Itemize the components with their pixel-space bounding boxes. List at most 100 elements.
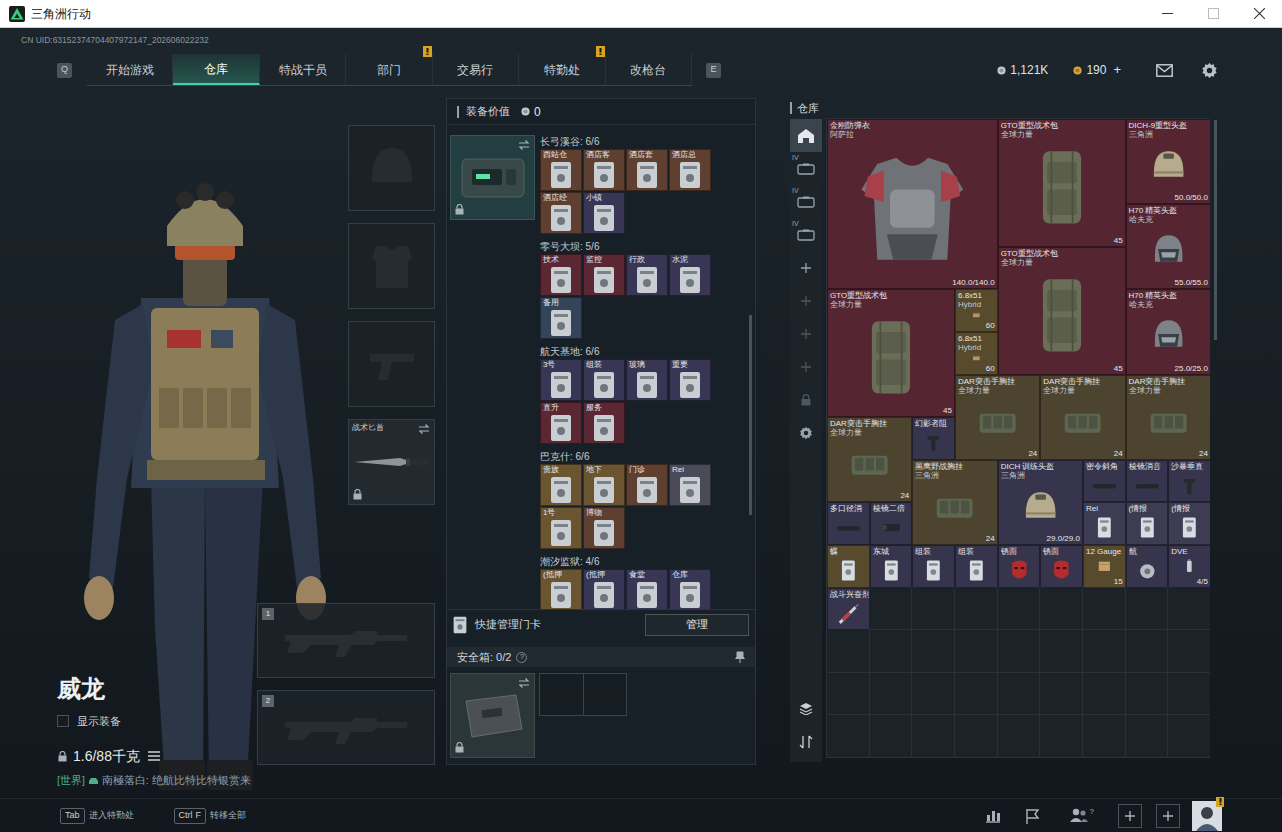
empty-cell[interactable] [1168, 715, 1210, 758]
nav-tab[interactable]: 部门 [346, 54, 432, 85]
keycard-case-slot[interactable] [450, 135, 535, 220]
player-avatar[interactable] [1192, 801, 1222, 831]
empty-cell[interactable] [955, 630, 998, 673]
keycard[interactable]: 酒店经 [540, 192, 582, 234]
keycard[interactable]: 监控 [583, 254, 625, 296]
empty-cell[interactable] [1083, 588, 1126, 631]
help-button[interactable]: ? [516, 652, 527, 663]
empty-cell[interactable] [1040, 630, 1083, 673]
warehouse-item[interactable]: DAR突击手胸挂全球力量24 [1040, 375, 1125, 460]
world-chat[interactable]: [世界]南極落白: 绝航比特比特银赏来 [57, 774, 257, 788]
mail-icon[interactable] [1155, 63, 1173, 77]
keycard[interactable]: 门诊 [626, 464, 668, 506]
pin-icon[interactable] [735, 651, 745, 663]
empty-cell[interactable] [1083, 673, 1126, 716]
warehouse-item[interactable]: 6.8x51Hybrid60 [955, 332, 998, 375]
close-icon[interactable] [1236, 0, 1282, 28]
keycard[interactable]: (抵押 [583, 569, 625, 609]
empty-cell[interactable] [1126, 673, 1169, 716]
empty-cell[interactable] [912, 630, 955, 673]
keycard[interactable]: 直升 [540, 402, 582, 444]
add-currency-button[interactable]: + [1113, 60, 1121, 80]
keycard[interactable]: 食堂 [626, 569, 668, 609]
empty-cell[interactable] [870, 673, 913, 716]
empty-cell[interactable] [1168, 588, 1210, 631]
warehouse-item[interactable]: 12 Gauge15 [1083, 545, 1126, 588]
warehouse-item[interactable]: 东城 [870, 545, 913, 588]
warehouse-item[interactable]: DVE4/5 [1168, 545, 1210, 588]
safe-slot[interactable] [540, 674, 583, 715]
nav-tab[interactable]: 特勤处 [519, 54, 605, 85]
warehouse-item[interactable]: GTO重型战术包全球力量45 [998, 119, 1126, 247]
equipment-slot[interactable] [348, 125, 435, 211]
keycard[interactable]: 贵族 [540, 464, 582, 506]
warehouse-item[interactable]: 6.8x51Hybrid60 [955, 289, 998, 332]
keycard[interactable]: 博物 [583, 507, 625, 549]
invite-plus-icon[interactable] [1156, 804, 1180, 828]
warehouse-item[interactable]: DICH 训练头盔三角洲29.0/29.0 [998, 460, 1083, 545]
keycard[interactable]: 小镇 [583, 192, 625, 234]
empty-cell[interactable] [1126, 588, 1169, 631]
sidebar-tab[interactable] [790, 119, 822, 152]
safe-box-slot[interactable] [450, 673, 535, 758]
warehouse-item[interactable]: Rei [1083, 502, 1126, 545]
flag-icon[interactable] [1025, 808, 1041, 824]
warehouse-item[interactable]: (情报 [1126, 502, 1169, 545]
empty-cell[interactable] [1126, 630, 1169, 673]
warehouse-item[interactable]: 幻影者阻 [912, 417, 955, 460]
warehouse-item[interactable]: 锈面 [1040, 545, 1083, 588]
keycard[interactable]: 服务 [583, 402, 625, 444]
warehouse-item[interactable]: 沙暴垂直 [1168, 460, 1210, 503]
keycard[interactable]: 重要 [669, 359, 711, 401]
warehouse-item[interactable]: H70 精英头盔哈夫克25.0/25.0 [1126, 289, 1210, 374]
keycard[interactable]: 酒店客 [583, 149, 625, 191]
keycard[interactable]: 行政 [626, 254, 668, 296]
empty-cell[interactable] [955, 588, 998, 631]
empty-cell[interactable] [827, 715, 870, 758]
warehouse-item[interactable]: 组装 [912, 545, 955, 588]
empty-cell[interactable] [1083, 715, 1126, 758]
keycard[interactable]: 地下 [583, 464, 625, 506]
warehouse-item[interactable]: 战斗兴奋剂 [827, 588, 870, 631]
empty-cell[interactable] [827, 673, 870, 716]
warehouse-item[interactable]: 棱镜二倍 [870, 502, 913, 545]
warehouse-item[interactable]: DAR突击手胸挂全球力量24 [827, 417, 912, 502]
empty-cell[interactable] [870, 715, 913, 758]
warehouse-item[interactable]: 密令斜角 [1083, 460, 1126, 503]
warehouse-item[interactable]: DAR突击手胸挂全球力量24 [1126, 375, 1210, 460]
sidebar-tab[interactable] [790, 692, 822, 725]
equipment-slot[interactable] [348, 321, 435, 407]
keycard[interactable]: (抵押 [540, 569, 582, 609]
prev-tab-key[interactable]: Q [57, 63, 72, 78]
warehouse-item[interactable]: H70 精英头盔哈夫克55.0/55.0 [1126, 204, 1210, 289]
nav-tab[interactable]: 特战干员 [260, 54, 346, 85]
keycard[interactable]: 1号 [540, 507, 582, 549]
empty-cell[interactable] [998, 715, 1041, 758]
nav-tab[interactable]: 开始游戏 [87, 54, 173, 85]
empty-cell[interactable] [1040, 588, 1083, 631]
keycard[interactable]: 酒店总 [669, 149, 711, 191]
warehouse-item[interactable]: DAR突击手胸挂全球力量24 [955, 375, 1040, 460]
warehouse-item[interactable]: GTO重型战术包全球力量45 [827, 289, 955, 417]
empty-cell[interactable] [870, 588, 913, 631]
sidebar-tab[interactable] [790, 317, 822, 350]
warehouse-item[interactable]: DICH-9重型头盔三角洲50.0/50.0 [1126, 119, 1210, 204]
keycard[interactable]: Rei [669, 464, 711, 506]
nav-tab[interactable]: 交易行 [433, 54, 519, 85]
sidebar-tab[interactable] [790, 725, 822, 758]
empty-cell[interactable] [1040, 715, 1083, 758]
nav-tab[interactable]: 改枪台 [606, 54, 692, 85]
manage-button[interactable]: 管理 [645, 614, 749, 636]
sidebar-tab[interactable]: IV [790, 218, 822, 251]
warehouse-item[interactable]: 航 [1126, 545, 1169, 588]
empty-cell[interactable] [1168, 630, 1210, 673]
warehouse-item[interactable]: 金刚防弹衣阿萨拉140.0/140.0 [827, 119, 998, 289]
empty-cell[interactable] [827, 630, 870, 673]
warehouse-item[interactable]: (情报 [1168, 502, 1210, 545]
next-tab-key[interactable]: E [706, 63, 721, 78]
key-hint[interactable]: CtrlF转移全部 [174, 808, 247, 824]
equipment-slot[interactable]: 战术匕首 [348, 419, 435, 505]
scrollbar[interactable] [749, 315, 752, 515]
weapon-slot[interactable]: 1 [257, 603, 435, 678]
empty-cell[interactable] [1083, 630, 1126, 673]
